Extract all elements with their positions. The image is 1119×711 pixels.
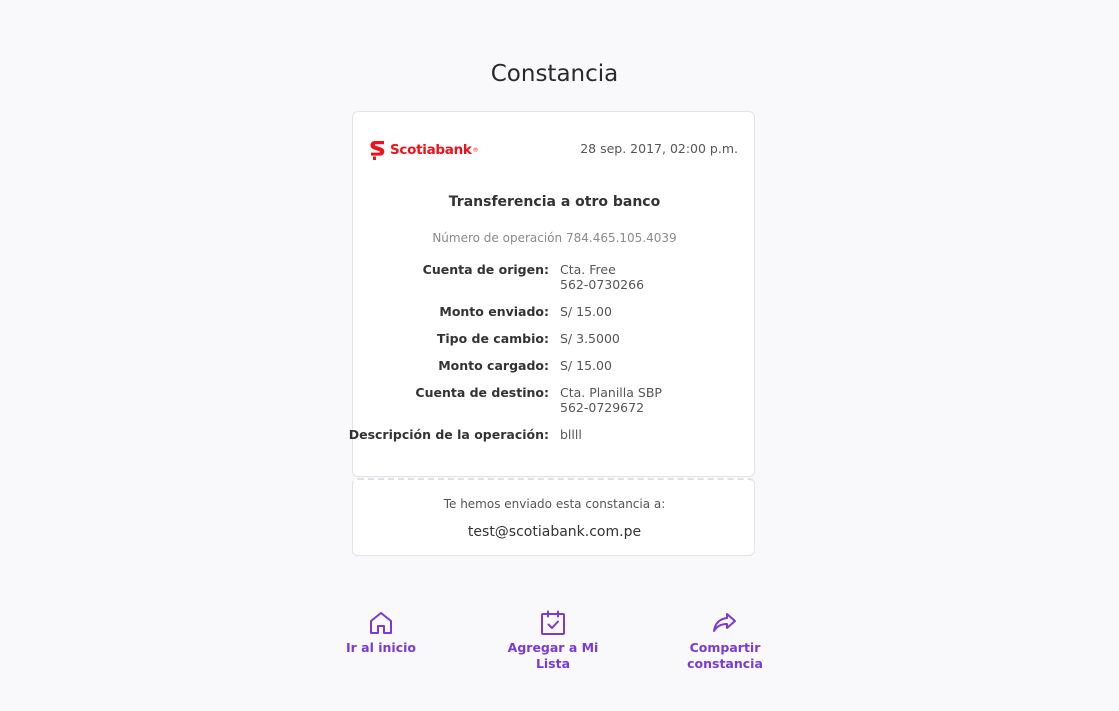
detail-value-line1: Cta. Planilla SBP: [560, 385, 662, 400]
share-receipt-label-line1: Compartir: [689, 640, 761, 655]
operation-number-label: Número de operación: [432, 231, 563, 245]
detail-value: S/ 15.00: [560, 358, 612, 373]
sent-confirmation: Te hemos enviado esta constancia a: test…: [352, 478, 755, 556]
detail-value: Cta. Planilla SBP 562-0729672: [560, 385, 662, 415]
add-to-my-list-button[interactable]: Agregar a Mi Lista: [493, 610, 613, 672]
detail-value: Cta. Free 562-0730266: [560, 262, 644, 292]
detail-value-line1: Cta. Free: [560, 262, 616, 277]
share-icon: [713, 613, 736, 632]
detail-value-line2: 562-0730266: [560, 277, 645, 292]
sent-email: test@scotiabank.com.pe: [467, 524, 642, 540]
detail-label: Cuenta de destino:: [415, 385, 549, 400]
detail-label: Monto cargado:: [438, 358, 549, 373]
detail-label: Descripción de la operación:: [348, 427, 549, 442]
detail-label: Monto enviado:: [439, 304, 549, 319]
calendar-check-icon: [541, 610, 565, 635]
detail-value: bllll: [560, 427, 582, 442]
go-home-label-line1: Ir al inicio: [346, 640, 416, 655]
page: Constancia Scotiabank ® 28 sep. 2017, 02…: [0, 0, 1119, 711]
operation-number-value: 784.465.105.4039: [565, 231, 677, 245]
add-to-my-list-label: Agregar a Mi Lista: [493, 640, 613, 672]
go-home-button[interactable]: Ir al inicio: [321, 610, 441, 656]
detail-value-line2: 562-0729672: [560, 400, 645, 415]
share-receipt-label-line2: constancia: [687, 656, 763, 671]
share-receipt-label: Compartir constancia: [665, 640, 785, 672]
add-to-my-list-label-line2: Lista: [535, 656, 571, 671]
detail-value: S/ 3.5000: [560, 331, 620, 346]
receipt-date: 28 sep. 2017, 02:00 p.m.: [580, 141, 738, 156]
home-icon: [370, 612, 392, 634]
operation-number: Número de operación 784.465.105.4039: [353, 231, 756, 245]
brand-logo: Scotiabank ®: [370, 140, 479, 160]
page-title: Constancia: [490, 61, 619, 87]
scotiabank-logo-icon: [370, 140, 385, 160]
share-receipt-button[interactable]: Compartir constancia: [665, 610, 785, 672]
operation-title: Transferencia a otro banco: [448, 194, 661, 210]
go-home-label: Ir al inicio: [321, 640, 441, 656]
detail-label: Tipo de cambio:: [436, 331, 549, 346]
add-to-my-list-label-line1: Agregar a Mi: [507, 640, 599, 655]
receipt-card: Scotiabank ® 28 sep. 2017, 02:00 p.m. Tr…: [348, 111, 756, 477]
brand-name: Scotiabank: [390, 142, 472, 158]
brand-registered-mark: ®: [472, 146, 479, 154]
sent-label: Te hemos enviado esta constancia a:: [443, 497, 666, 511]
detail-label: Cuenta de origen:: [422, 262, 549, 277]
detail-value: S/ 15.00: [560, 304, 612, 319]
